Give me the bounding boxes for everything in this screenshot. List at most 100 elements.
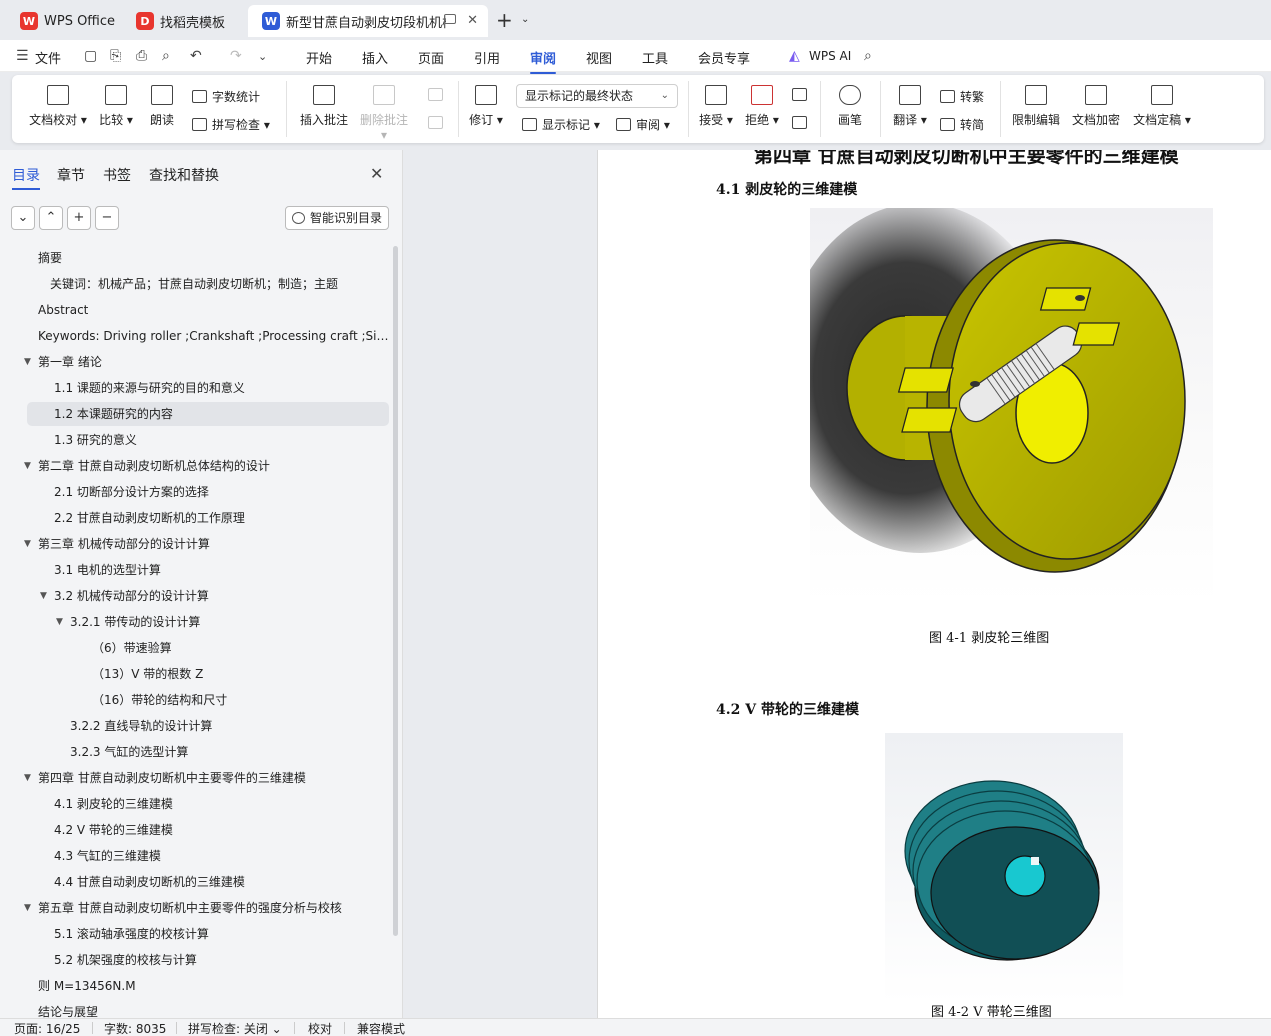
add-heading-button[interactable]: + bbox=[67, 206, 91, 230]
toc-expand-arrow-icon[interactable]: ▼ bbox=[40, 584, 47, 608]
to-simplified-button[interactable]: 转简 bbox=[940, 116, 984, 133]
tab-toc[interactable]: 目录 bbox=[12, 165, 40, 190]
tab-find-replace[interactable]: 查找和替换 bbox=[149, 165, 219, 185]
expand-all-button[interactable]: ⌄ bbox=[11, 206, 35, 230]
toc-item[interactable]: 关键词：机械产品；甘蔗自动剥皮切断机；制造；主题 bbox=[50, 272, 338, 296]
translate-button[interactable]: 翻译 ▾ bbox=[890, 85, 930, 128]
proof-status[interactable]: 校对 bbox=[308, 1020, 332, 1036]
read-aloud-button[interactable]: 朗读 bbox=[146, 85, 178, 128]
save-icon[interactable]: ▢ bbox=[84, 48, 97, 64]
menu-review[interactable]: 审阅 bbox=[530, 48, 557, 74]
reject-button[interactable]: 拒绝 ▾ bbox=[744, 85, 780, 128]
delete-comment-button[interactable]: 删除批注 ▾ bbox=[358, 85, 410, 142]
word-count-status[interactable]: 字数: 8035 bbox=[104, 1020, 166, 1036]
toc-item[interactable]: 3.2 机械传动部分的设计计算 bbox=[54, 584, 209, 608]
tab-bookmarks[interactable]: 书签 bbox=[103, 165, 131, 185]
menu-membership[interactable]: 会员专享 bbox=[698, 48, 750, 67]
pen-button[interactable]: 画笔 bbox=[832, 85, 868, 128]
toc-item[interactable]: （6）带速验算 bbox=[92, 636, 172, 660]
prev-change-button[interactable] bbox=[792, 88, 812, 101]
tab-document[interactable]: W 新型甘蔗自动剥皮切段机机械 ✕ bbox=[248, 5, 488, 37]
page-indicator[interactable]: 页面: 16/25 bbox=[14, 1020, 80, 1036]
print-preview-icon[interactable]: ⌕ bbox=[162, 48, 170, 64]
toc-item[interactable]: 第三章 机械传动部分的设计计算 bbox=[38, 532, 210, 556]
toc-expand-arrow-icon[interactable]: ▼ bbox=[24, 532, 31, 556]
menu-page[interactable]: 页面 bbox=[418, 48, 444, 67]
next-comment-button[interactable] bbox=[428, 116, 448, 129]
print-icon[interactable]: ⎙ bbox=[136, 48, 147, 64]
toc-item[interactable]: 第四章 甘蔗自动剥皮切断机中主要零件的三维建模 bbox=[38, 766, 306, 790]
toc-item[interactable]: 第五章 甘蔗自动剥皮切断机中主要零件的强度分析与校核 bbox=[38, 896, 342, 920]
prev-comment-button[interactable] bbox=[428, 88, 448, 101]
accept-button[interactable]: 接受 ▾ bbox=[698, 85, 734, 128]
peel-wheel-figure[interactable] bbox=[780, 203, 1213, 604]
monitor-icon[interactable] bbox=[444, 14, 456, 24]
toc-expand-arrow-icon[interactable]: ▼ bbox=[24, 454, 31, 478]
toc-item[interactable]: 第二章 甘蔗自动剥皮切断机总体结构的设计 bbox=[38, 454, 270, 478]
spell-check-button[interactable]: 拼写检查 ▾ bbox=[192, 116, 270, 133]
more-chevron-icon[interactable]: ⌄ bbox=[258, 50, 267, 63]
remove-heading-button[interactable]: − bbox=[95, 206, 119, 230]
toc-item[interactable]: 第一章 绪论 bbox=[38, 350, 102, 374]
toc-expand-arrow-icon[interactable]: ▼ bbox=[24, 350, 31, 374]
undo-icon[interactable]: ↶ bbox=[190, 48, 202, 64]
word-count-button[interactable]: 字数统计 bbox=[192, 88, 260, 105]
toc-item[interactable]: 1.2 本课题研究的内容 bbox=[27, 402, 389, 426]
toc-item[interactable]: 3.2.3 气缸的选型计算 bbox=[70, 740, 188, 764]
menu-view[interactable]: 视图 bbox=[586, 48, 612, 67]
tab-wps-office[interactable]: W WPS Office bbox=[6, 5, 118, 37]
toc-item[interactable]: 1.1 课题的来源与研究的目的和意义 bbox=[54, 376, 245, 400]
tab-template[interactable]: D 找稻壳模板 bbox=[122, 5, 242, 37]
collapse-all-button[interactable]: ⌃ bbox=[39, 206, 63, 230]
menu-file[interactable]: 文件 bbox=[35, 48, 61, 67]
toc-item[interactable]: 4.4 甘蔗自动剥皮切断机的三维建模 bbox=[54, 870, 245, 894]
toc-expand-arrow-icon[interactable]: ▼ bbox=[24, 896, 31, 920]
v-pulley-figure[interactable] bbox=[885, 733, 1123, 1003]
toc-item[interactable]: 2.2 甘蔗自动剥皮切断机的工作原理 bbox=[54, 506, 245, 530]
menu-reference[interactable]: 引用 bbox=[474, 48, 500, 67]
document-page[interactable]: 第四章 甘蔗自动剥皮切断机中主要零件的三维建模 4.1 剥皮轮的三维建模 图 4… bbox=[597, 150, 1271, 1018]
toc-expand-arrow-icon[interactable]: ▼ bbox=[24, 766, 31, 790]
toc-item[interactable]: 4.1 剥皮轮的三维建模 bbox=[54, 792, 173, 816]
toc-item[interactable]: 1.3 研究的意义 bbox=[54, 428, 137, 452]
toc-item[interactable]: （16）带轮的结构和尺寸 bbox=[92, 688, 227, 712]
share-icon[interactable]: ⎘ bbox=[110, 48, 121, 64]
toc-item[interactable]: 3.2.2 直线导轨的设计计算 bbox=[70, 714, 212, 738]
close-icon[interactable]: ✕ bbox=[370, 164, 383, 183]
toc-item[interactable]: 则 M=13456N.M bbox=[38, 974, 136, 998]
close-tab-icon[interactable]: ✕ bbox=[467, 13, 478, 28]
show-markup-button[interactable]: 显示标记 ▾ bbox=[522, 116, 600, 133]
smart-toc-button[interactable]: 智能识别目录 bbox=[285, 206, 389, 230]
doc-finalize-button[interactable]: 文档定稿 ▾ bbox=[1130, 85, 1194, 128]
menu-tools[interactable]: 工具 bbox=[642, 48, 668, 67]
toc-item[interactable]: 5.2 机架强度的校核与计算 bbox=[54, 948, 197, 972]
toc-item[interactable]: （13）V 带的根数 Z bbox=[92, 662, 203, 686]
toc-item[interactable]: 3.1 电机的选型计算 bbox=[54, 558, 161, 582]
toc-item[interactable]: Abstract bbox=[38, 298, 88, 322]
search-icon[interactable]: ⌕ bbox=[864, 48, 872, 64]
spell-check-status[interactable]: 拼写检查: 关闭 ⌄ bbox=[188, 1020, 282, 1036]
compare-button[interactable]: 比较 ▾ bbox=[96, 85, 136, 128]
doc-encrypt-button[interactable]: 文档加密 bbox=[1070, 85, 1122, 128]
next-change-button[interactable] bbox=[792, 116, 812, 129]
menu-wps-ai[interactable]: WPS AI bbox=[809, 49, 851, 63]
markup-state-select[interactable]: 显示标记的最终状态 ⌄ bbox=[516, 84, 678, 108]
chevron-down-icon[interactable]: ⌄ bbox=[521, 14, 529, 25]
insert-comment-button[interactable]: 插入批注 bbox=[298, 85, 350, 128]
doc-check-button[interactable]: 文档校对 ▾ bbox=[28, 85, 88, 128]
review-pane-button[interactable]: 审阅 ▾ bbox=[616, 116, 670, 133]
track-changes-button[interactable]: 修订 ▾ bbox=[468, 85, 504, 128]
hamburger-icon[interactable]: ☰ bbox=[16, 48, 29, 64]
toc-item[interactable]: 4.2 V 带轮的三维建模 bbox=[54, 818, 173, 842]
toc-item[interactable]: Keywords: Driving roller ;Crankshaft ;Pr… bbox=[38, 324, 390, 348]
menu-insert[interactable]: 插入 bbox=[362, 48, 388, 67]
toc-expand-arrow-icon[interactable]: ▼ bbox=[56, 610, 63, 634]
to-traditional-button[interactable]: 转繁 bbox=[940, 88, 984, 105]
tab-chapters[interactable]: 章节 bbox=[57, 165, 85, 185]
toc-item[interactable]: 2.1 切断部分设计方案的选择 bbox=[54, 480, 209, 504]
new-tab-icon[interactable]: + bbox=[496, 8, 513, 32]
toc-item[interactable]: 5.1 滚动轴承强度的校核计算 bbox=[54, 922, 209, 946]
menu-home[interactable]: 开始 bbox=[306, 48, 332, 67]
toc-item[interactable]: 4.3 气缸的三维建模 bbox=[54, 844, 161, 868]
toc-scrollbar[interactable] bbox=[393, 246, 398, 936]
